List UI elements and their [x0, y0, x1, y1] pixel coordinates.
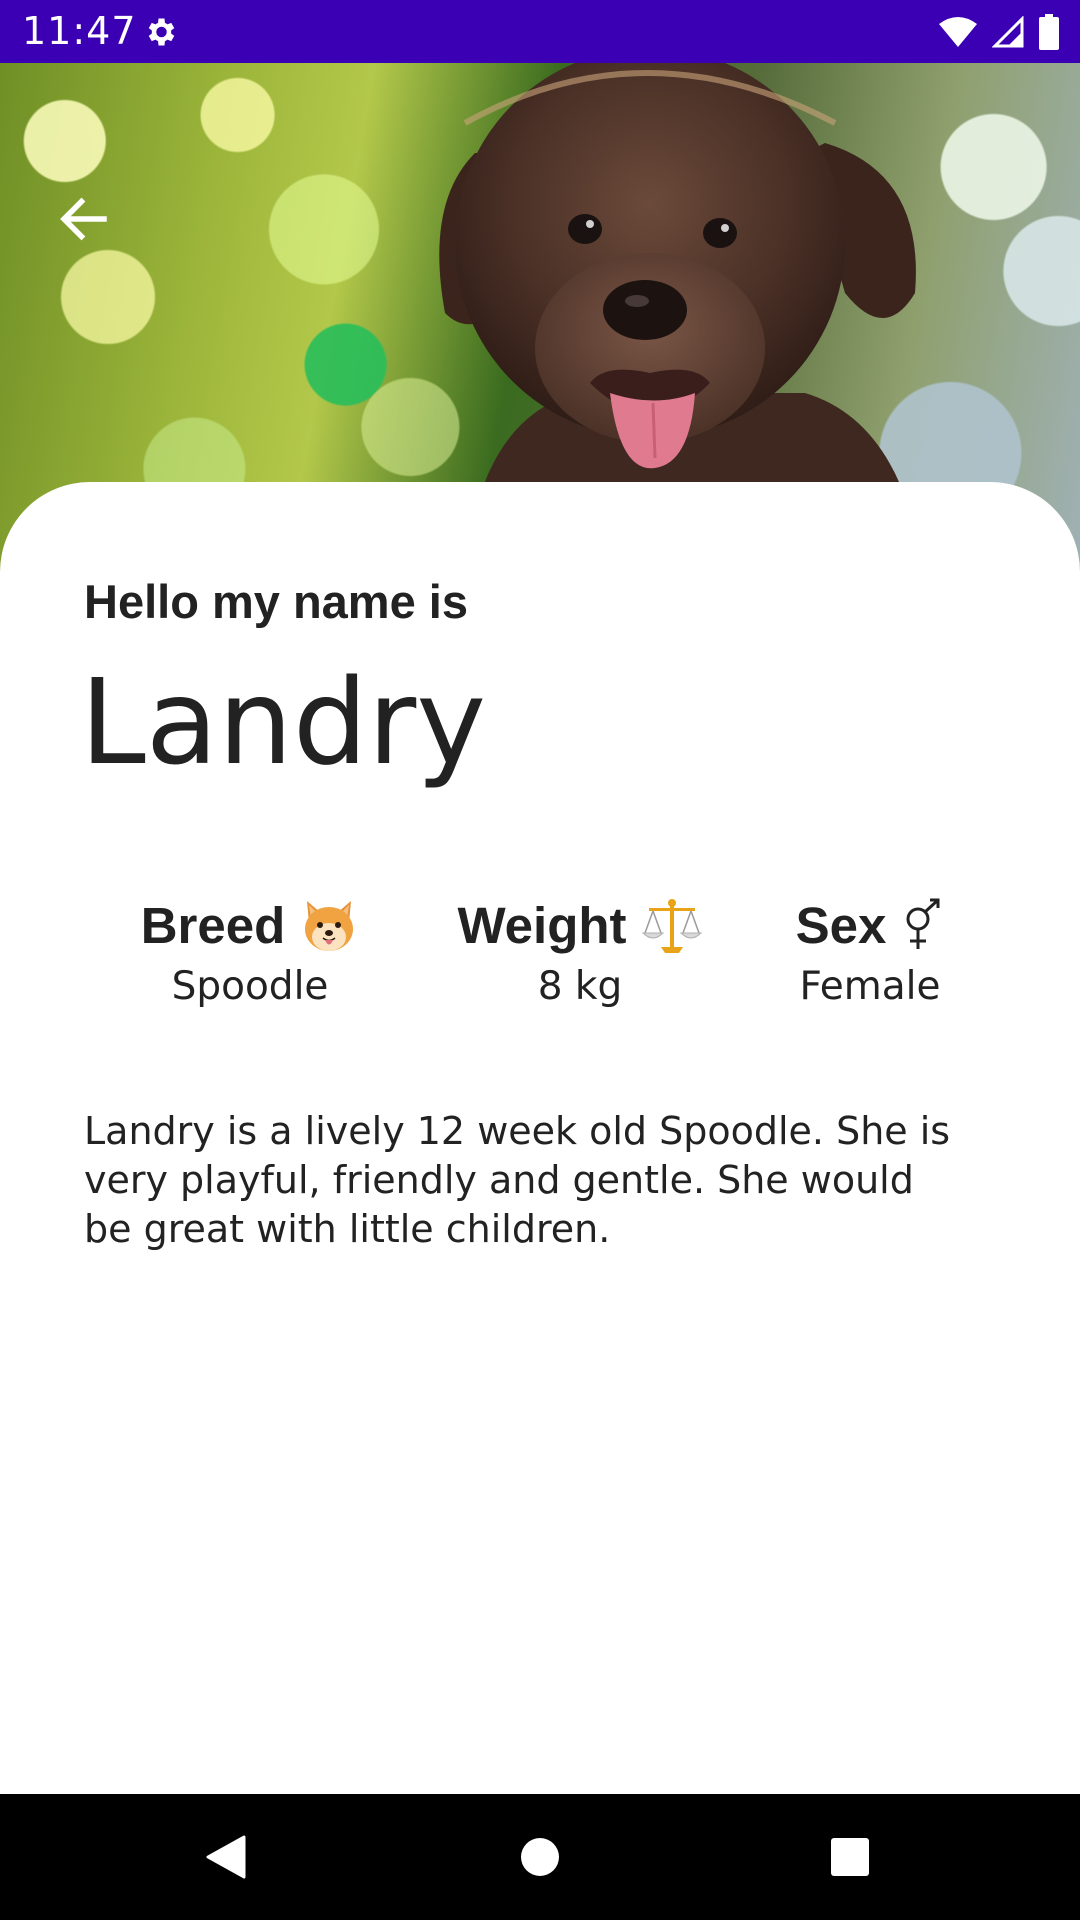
stat-sex-label: Sex — [795, 896, 887, 954]
nav-home-icon — [521, 1838, 559, 1876]
stat-breed: Breed Spoodle — [100, 892, 400, 1009]
status-time: 11:47 — [22, 9, 137, 53]
nav-home-button[interactable] — [500, 1817, 580, 1897]
status-icons — [938, 12, 1060, 52]
arrow-left-icon — [60, 197, 107, 241]
nav-recents-button[interactable] — [810, 1817, 890, 1897]
balance-scale-icon — [641, 899, 702, 953]
wifi-icon — [939, 17, 977, 47]
stat-breed-label: Breed — [140, 896, 286, 954]
nav-back-icon — [206, 1835, 246, 1879]
back-button[interactable] — [36, 171, 132, 267]
status-bar: 11:47 — [0, 0, 1080, 63]
nav-recents-icon — [831, 1838, 869, 1876]
nav-back-button[interactable] — [186, 1817, 266, 1897]
stat-weight-value: 8 kg — [537, 964, 623, 1009]
stat-breed-value: Spoodle — [171, 964, 329, 1009]
greeting-text: Hello my name is — [84, 575, 468, 628]
pet-name: Landry — [80, 653, 487, 791]
stat-sex: Sex Female — [760, 892, 980, 1010]
profile-card: Hello my name is Landry Breed Spoodle We… — [0, 482, 1080, 1794]
cellular-signal-icon — [992, 16, 1024, 48]
stat-weight-label: Weight — [457, 896, 627, 954]
battery-icon — [1039, 14, 1059, 50]
dog-face-emoji-icon — [305, 901, 354, 951]
stat-weight: Weight 8 kg — [420, 892, 740, 1009]
stat-sex-value: Female — [799, 964, 941, 1009]
system-nav-bar — [0, 1794, 1080, 1920]
pet-description: Landry is a lively 12 week old Spoodle. … — [84, 1109, 951, 1251]
settings-gear-icon — [148, 18, 175, 46]
male-female-symbol-icon — [906, 898, 940, 949]
pet-stats: Breed Spoodle Weight 8 kg Sex Female — [0, 892, 1080, 1012]
